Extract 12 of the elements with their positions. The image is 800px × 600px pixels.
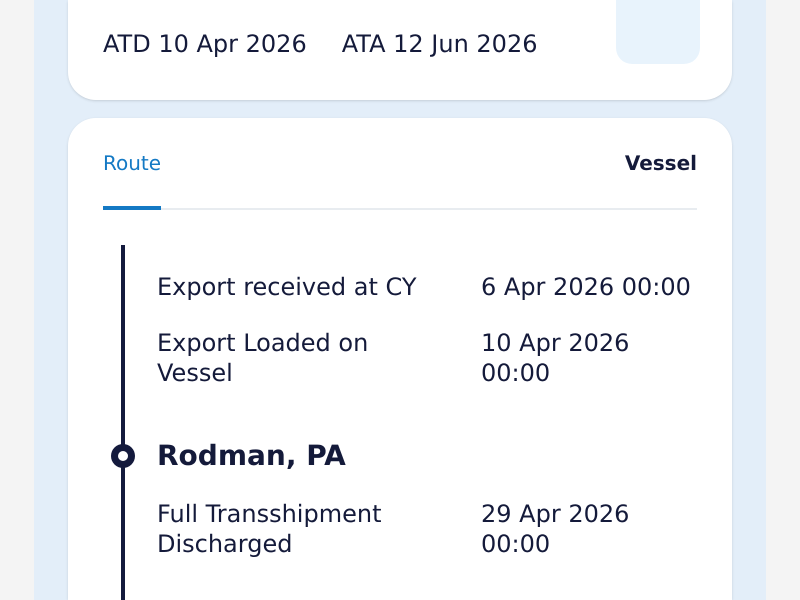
event-time: 29 Apr 2026 00:00 — [481, 499, 630, 559]
departure-date: ATD 10 Apr 2026 — [103, 30, 307, 58]
tab[interactable]: Route — [103, 149, 162, 210]
event-time: 10 Apr 2026 00:00 — [481, 328, 630, 388]
event-name: Full Transshipment Discharged — [157, 499, 382, 559]
event-name: Export received at CY — [157, 272, 418, 302]
tab[interactable]: Vessel — [624, 149, 697, 210]
arrival-date: ATA 12 Jun 2026 — [342, 30, 538, 58]
ring-marker-icon — [111, 444, 135, 468]
location-name: Rodman, PA — [157, 439, 347, 473]
event-name: Export Loaded on Vessel — [157, 328, 370, 388]
event-time: 6 Apr 2026 00:00 — [481, 272, 692, 302]
